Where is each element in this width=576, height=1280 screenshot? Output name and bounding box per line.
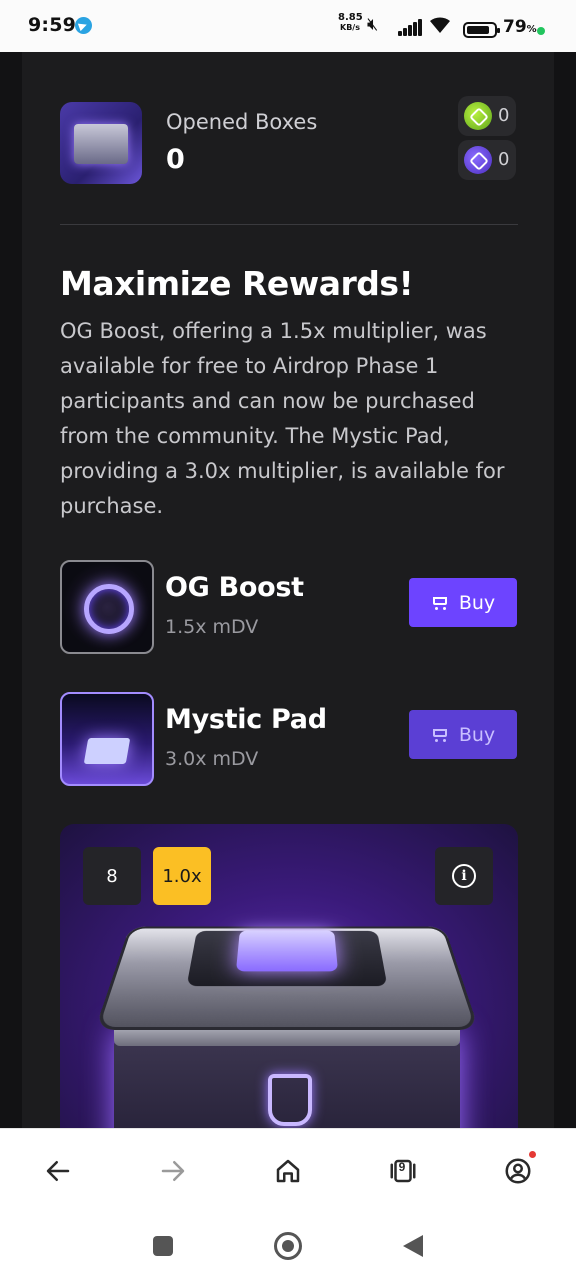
header-divider [60, 224, 518, 225]
og-boost-buy-button[interactable]: Buy [409, 578, 517, 627]
privacy-indicator-dot [537, 27, 545, 35]
account-button[interactable] [498, 1151, 538, 1191]
system-navigation-bar [0, 1212, 576, 1280]
og-boost-buy-label: Buy [458, 591, 496, 614]
battery-percent-unit: % [526, 24, 537, 35]
green-token-balance: 0 [458, 96, 516, 136]
purple-token-value: 0 [498, 149, 510, 170]
status-time: 9:59 [28, 14, 77, 36]
home-button[interactable] [268, 1151, 308, 1191]
og-boost-thumbnail [60, 560, 154, 654]
telegram-icon [75, 17, 92, 34]
network-speed: 8.85 KB/s [338, 12, 363, 33]
purple-token-balance: 0 [458, 140, 516, 180]
forward-button[interactable] [153, 1151, 193, 1191]
browser-toolbar: 9 [0, 1128, 576, 1213]
mystic-pad-name: Mystic Pad [165, 704, 327, 735]
og-boost-multiplier: 1.5x mDV [165, 616, 259, 638]
home-icon [276, 1159, 300, 1183]
cart-icon [431, 595, 449, 611]
notification-dot [529, 1151, 536, 1158]
info-icon: i [452, 864, 476, 888]
mystic-pad-buy-label: Buy [458, 723, 496, 746]
system-home-button[interactable] [270, 1228, 306, 1264]
og-boost-name: OG Boost [165, 572, 304, 603]
mystic-pad-multiplier: 3.0x mDV [165, 748, 259, 770]
mystery-box-image [94, 888, 480, 1128]
arrow-left-icon [46, 1161, 70, 1181]
square-icon [153, 1236, 173, 1256]
opened-boxes-label: Opened Boxes [166, 110, 318, 134]
mystic-pad-thumbnail [60, 692, 154, 786]
battery-percent: 79% [503, 17, 537, 37]
triangle-back-icon [403, 1235, 423, 1257]
tabs-count: 9 [398, 1160, 406, 1174]
network-speed-value: 8.85 [338, 12, 363, 23]
cart-icon [431, 727, 449, 743]
account-icon [505, 1158, 531, 1184]
green-token-icon [464, 102, 492, 130]
mystery-box-panel[interactable]: 8 1.0x i [60, 824, 518, 1128]
battery-percent-value: 79 [503, 17, 527, 37]
main-card: Opened Boxes 0 0 0 Maximize Rewards! OG … [22, 52, 554, 1128]
circle-icon [274, 1232, 302, 1260]
mystic-pad-buy-button[interactable]: Buy [409, 710, 517, 759]
recent-apps-button[interactable] [145, 1228, 181, 1264]
back-button[interactable] [38, 1151, 78, 1191]
status-bar: 9:59 8.85 KB/s 🔇︎ 79% [0, 0, 576, 52]
promo-description: OG Boost, offering a 1.5x multiplier, wa… [60, 319, 505, 518]
purple-token-icon [464, 146, 492, 174]
wifi-icon [428, 15, 452, 40]
tabs-button[interactable]: 9 [383, 1151, 423, 1191]
opened-boxes-count: 0 [166, 144, 185, 175]
system-back-button[interactable] [394, 1228, 430, 1264]
promo-title: Maximize Rewards! [60, 264, 414, 303]
signal-icon [398, 18, 422, 36]
network-speed-unit: KB/s [340, 23, 360, 32]
green-token-value: 0 [498, 105, 510, 126]
arrow-right-icon [161, 1161, 185, 1181]
opened-boxes-thumbnail [60, 102, 142, 184]
mute-icon: 🔇︎ [367, 14, 379, 35]
battery-icon [463, 22, 500, 38]
